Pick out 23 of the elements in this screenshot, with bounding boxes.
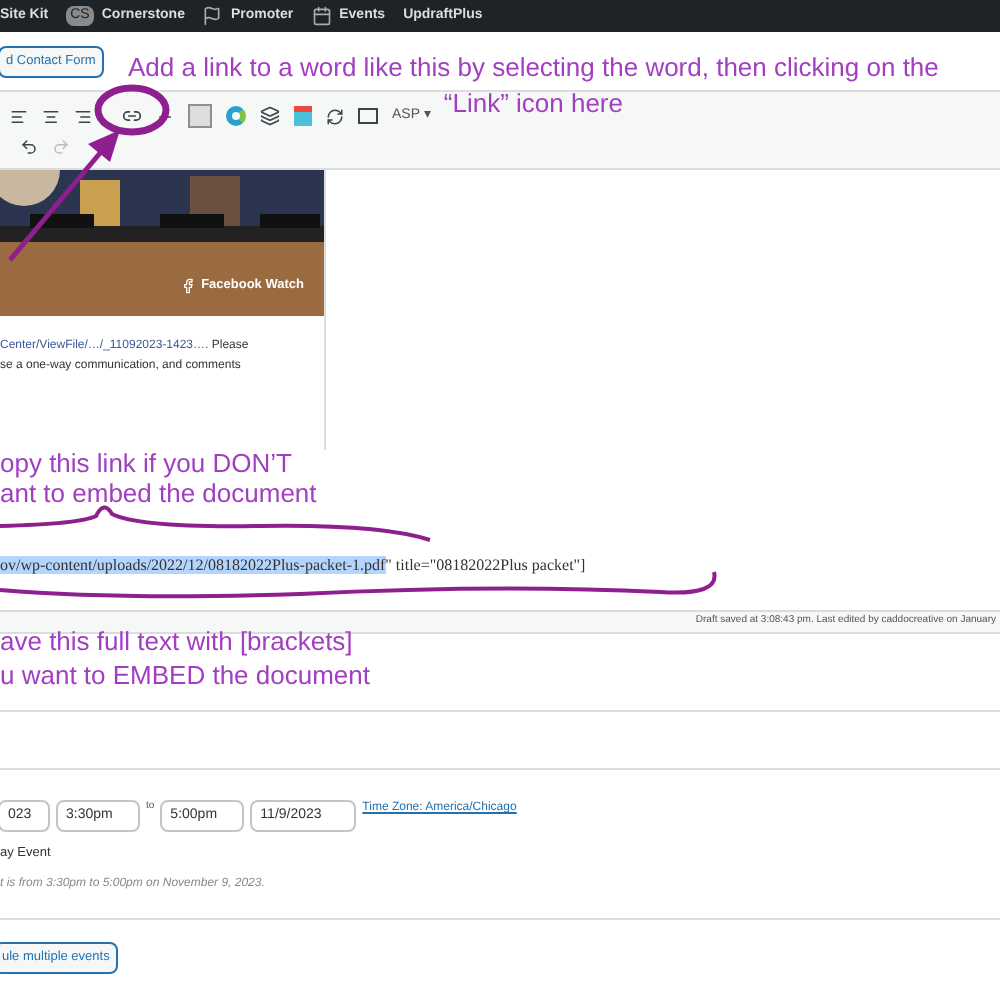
annotation-text: opy this link if you DON’T	[0, 448, 294, 478]
highlight-circle	[94, 84, 170, 136]
annotation-arrow	[8, 130, 120, 262]
undo-icon[interactable]	[20, 138, 38, 156]
flag-icon	[202, 6, 223, 26]
form-icon[interactable]	[358, 108, 378, 124]
shortcode-text: ov/wp-content/uploads/2022/12/08182022Plus-packet-1.pdf" title="08182022Plus packet"]	[0, 554, 586, 578]
annotation-text: “Link” icon here	[443, 86, 623, 122]
selected-text: ov/wp-content/uploads/2022/12/08182022Plus-packet-1.pdf	[0, 556, 386, 574]
annotation-text: ant to embed the document	[0, 478, 317, 508]
align-right-icon[interactable]	[74, 107, 92, 125]
facebook-icon	[179, 278, 196, 295]
annotation-text: u want to EMBED the document	[0, 658, 370, 692]
align-center-icon[interactable]	[42, 107, 60, 125]
refresh-icon[interactable]	[326, 107, 344, 125]
calendar-icon	[311, 6, 332, 26]
layers-icon[interactable]	[260, 106, 280, 126]
annotation-text: Add a link to a word like this by selecting the word, then clicking on the	[128, 50, 939, 86]
annotation-text: ave this full text with [brackets]	[0, 624, 355, 658]
link-icon[interactable]	[122, 106, 142, 126]
align-left-icon[interactable]	[10, 107, 28, 125]
colorful-logo-icon[interactable]	[226, 106, 246, 126]
toolbar-toggle-icon[interactable]	[188, 104, 212, 128]
